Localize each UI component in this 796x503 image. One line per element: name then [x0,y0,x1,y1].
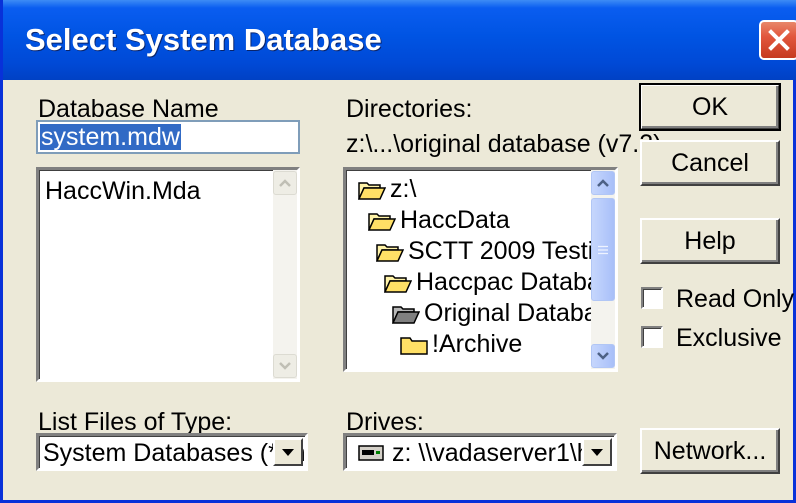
directory-label: !Archive [432,330,523,358]
file-list-scroll-down[interactable] [273,354,297,378]
file-type-select[interactable]: System Databases (*.m [36,433,308,471]
directory-label: HaccData [400,206,510,234]
directory-label: SCTT 2009 Testir [408,237,602,265]
file-list-scroll-up[interactable] [273,171,297,195]
exclusive-label[interactable]: Exclusive [676,324,782,353]
open-folder-icon [376,243,404,262]
database-name-input[interactable]: system.mdw [36,120,300,154]
directory-item-archive[interactable]: !Archive [400,330,522,359]
directory-item-z[interactable]: z:\ [358,175,416,204]
network-button[interactable]: Network... [640,428,780,474]
cancel-button[interactable]: Cancel [640,140,780,186]
ok-button[interactable]: OK [639,83,781,131]
cancel-button-label: Cancel [671,148,749,177]
folder-icon [400,336,428,355]
ok-button-label: OK [691,92,729,121]
open-folder-icon [358,181,386,200]
open-folder-selected-icon [392,305,420,324]
help-button-label: Help [684,226,736,255]
network-drive-icon [358,445,384,461]
database-name-value: system.mdw [40,123,181,151]
dropdown-arrow-icon [282,449,294,456]
directory-item-haccdata[interactable]: HaccData [368,206,510,235]
directory-item-haccpac-databa[interactable]: Haccpac Databa [384,268,601,297]
open-folder-icon [384,274,412,293]
read-only-checkbox[interactable] [641,287,663,309]
close-button[interactable] [759,20,796,60]
drives-value: z: \\vadaserver1\h [392,439,591,467]
grip-icon [598,245,608,254]
chevron-up-icon [279,179,291,187]
exclusive-checkbox[interactable] [641,326,663,348]
directories-label: Directories: [346,95,473,123]
title-bar[interactable]: Select System Database [3,0,796,80]
close-icon [768,29,790,51]
file-list[interactable]: HaccWin.Mda [36,167,300,382]
help-button[interactable]: Help [640,218,780,264]
file-type-dropdown-button[interactable] [273,438,303,466]
list-item[interactable]: HaccWin.Mda [45,177,201,206]
open-folder-icon [368,212,396,231]
current-directory-path: z:\...\original database (v7.2) [346,130,662,158]
chevron-up-icon [597,179,609,187]
read-only-label[interactable]: Read Only [676,285,794,314]
directory-tree-scroll-up[interactable] [591,171,615,195]
dropdown-arrow-icon [591,449,603,456]
directory-tree-scroll-down[interactable] [591,344,615,368]
file-list-scrollbar[interactable] [273,170,297,379]
chevron-down-icon [279,362,291,370]
directory-tree-scroll-thumb[interactable] [591,198,615,301]
drives-dropdown-button[interactable] [582,438,612,466]
select-system-database-dialog: Select System Database Database Name sys… [0,0,796,503]
directory-item-original-databas[interactable]: Original Databas [392,299,610,328]
directory-label: z:\ [390,175,417,203]
network-button-label: Network... [653,436,767,465]
drives-select[interactable]: z: \\vadaserver1\h [343,433,617,471]
chevron-down-icon [597,352,609,360]
directory-tree-scrollbar[interactable] [591,170,615,369]
file-item-label: HaccWin.Mda [45,177,201,205]
file-type-value: System Databases (*.m [43,439,306,467]
directory-label: Haccpac Databa [416,268,601,296]
directory-tree[interactable]: z:\ HaccData SCTT 2009 Testir Haccpac Da… [343,167,618,372]
directory-label: Original Databas [424,299,611,327]
window-title: Select System Database [25,22,382,57]
directory-item-sctt-2009[interactable]: SCTT 2009 Testir [376,237,602,266]
